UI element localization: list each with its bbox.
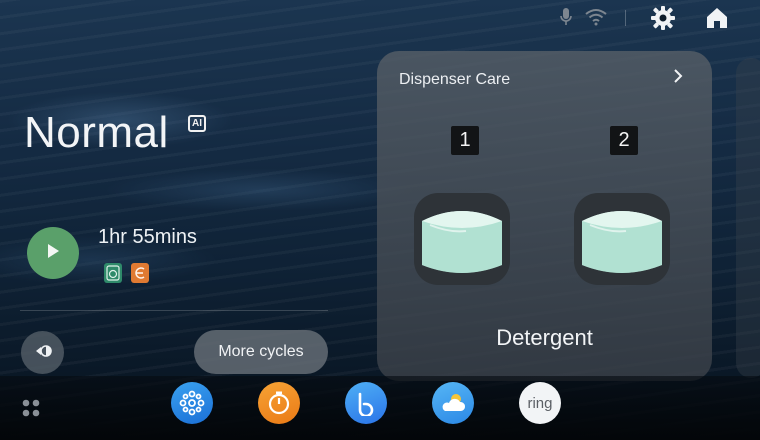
section-divider bbox=[20, 310, 328, 311]
dispenser-slot-number: 1 bbox=[451, 126, 479, 155]
washer-option-icon bbox=[104, 263, 122, 283]
bixby-icon[interactable] bbox=[345, 382, 387, 424]
rinse-spin-icon bbox=[32, 340, 54, 366]
next-card-peek[interactable] bbox=[736, 58, 760, 378]
detergent-cube-icon bbox=[410, 189, 514, 289]
ring-icon[interactable]: ring bbox=[519, 382, 561, 424]
play-button[interactable] bbox=[27, 227, 79, 279]
apps-grid-icon[interactable] bbox=[21, 398, 41, 418]
cycle-name: Normal bbox=[24, 108, 169, 157]
more-cycles-button[interactable]: More cycles bbox=[194, 330, 328, 374]
eco-option-icon bbox=[131, 263, 149, 283]
dispenser-label: Detergent bbox=[496, 325, 593, 350]
mic-icon[interactable] bbox=[558, 6, 574, 28]
detergent-cube-icon bbox=[570, 189, 674, 289]
weather-icon[interactable] bbox=[432, 382, 474, 424]
chevron-right-icon[interactable] bbox=[671, 67, 687, 87]
timer-icon[interactable] bbox=[258, 382, 300, 424]
status-divider bbox=[625, 10, 626, 26]
ring-label: ring bbox=[527, 394, 553, 412]
app-dock: ring bbox=[0, 376, 760, 440]
card-title: Dispenser Care bbox=[399, 71, 511, 88]
play-icon bbox=[45, 242, 61, 264]
settings-gear-icon[interactable] bbox=[648, 4, 678, 32]
time-remaining: 1hr 55mins bbox=[98, 226, 197, 248]
ai-badge: AI bbox=[188, 115, 206, 132]
home-icon[interactable] bbox=[702, 4, 732, 32]
dispenser-slot-number: 2 bbox=[610, 126, 638, 155]
dispenser-care-card[interactable]: Dispenser Care 1 2 Detergent bbox=[377, 51, 712, 381]
smartthings-icon[interactable] bbox=[171, 382, 213, 424]
rinse-spin-button[interactable] bbox=[21, 331, 64, 374]
wifi-icon bbox=[584, 7, 608, 27]
